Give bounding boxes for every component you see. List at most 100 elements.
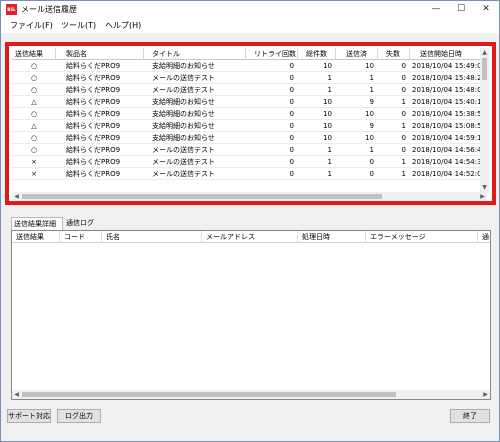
history-row[interactable]: ○ 給料らくだPRO9 支給明細のお知らせ 0 10 10 0 2018/10/04 14:5… xyxy=(12,133,487,144)
history-row[interactable]: △ 給料らくだPRO9 支給明細のお知らせ 0 10 9 1 2018/10/04 15:08… xyxy=(12,121,487,132)
col-header-failed[interactable]: 失数 xyxy=(378,48,410,60)
scroll-down-arrow-icon[interactable]: ▼ xyxy=(480,183,489,192)
cell-product: 給料らくだPRO9 xyxy=(66,134,121,142)
detail-col-truncated[interactable]: 通 xyxy=(478,231,490,243)
detail-col-email[interactable]: メールアドレス xyxy=(202,231,298,243)
cell-failed: 0 xyxy=(401,86,406,94)
cell-total: 10 xyxy=(323,110,332,118)
history-horizontal-scroll-thumb[interactable] xyxy=(22,194,382,199)
maximize-button[interactable]: ☐ xyxy=(450,1,472,18)
col-header-sent[interactable]: 送信済 xyxy=(336,48,378,60)
detail-scroll-left-arrow-icon[interactable]: ◀ xyxy=(12,390,21,399)
history-grid[interactable]: 送信結果 製品名 タイトル リトライ回数 総件数 送信済 失数 送信開始日時 ○… xyxy=(12,48,487,192)
detail-horizontal-scrollbar[interactable]: ◀ ▶ xyxy=(12,390,490,399)
detail-col-error-message[interactable]: エラーメッセージ xyxy=(366,231,478,243)
cell-title: メールの送信テスト xyxy=(152,170,215,178)
cell-start: 2018/10/04 15:49:04 xyxy=(412,62,487,70)
cell-retry: 0 xyxy=(289,170,294,178)
cell-total: 10 xyxy=(323,98,332,106)
history-row[interactable]: ○ 給料らくだPRO9 メールの送信テスト 0 1 1 0 2018/10/04 15:48:… xyxy=(12,85,487,96)
close-window-button[interactable]: ✕ xyxy=(475,1,497,18)
detail-scroll-right-arrow-icon[interactable]: ▶ xyxy=(481,390,490,399)
cell-product: 給料らくだPRO9 xyxy=(66,170,121,178)
history-row[interactable]: ○ 給料らくだPRO9 メールの送信テスト 0 1 1 0 2018/10/04 15:48:… xyxy=(12,73,487,84)
cell-total: 1 xyxy=(327,86,332,94)
history-vertical-scrollbar[interactable]: ▲ ▼ xyxy=(480,48,489,192)
cell-result: ○ xyxy=(30,110,38,118)
cell-sent: 10 xyxy=(365,134,374,142)
cell-start: 2018/10/04 14:52:04 xyxy=(412,170,487,178)
cell-title: メールの送信テスト xyxy=(152,86,215,94)
cell-retry: 0 xyxy=(289,158,294,166)
menu-file[interactable]: ファイル(F) xyxy=(10,20,53,31)
history-horizontal-scrollbar[interactable]: ◀ ▶ xyxy=(12,192,487,201)
history-row[interactable]: ○ 給料らくだPRO9 支給明細のお知らせ 0 10 10 0 2018/10/04 15:4… xyxy=(12,61,487,72)
cell-total: 1 xyxy=(327,74,332,82)
cell-title: 支給明細のお知らせ xyxy=(152,134,215,142)
minimize-button[interactable]: — xyxy=(425,1,447,18)
detail-col-name[interactable]: 氏名 xyxy=(102,231,202,243)
cell-retry: 0 xyxy=(289,122,294,130)
mail-history-window: BSL メール送信履歴 — ☐ ✕ ファイル(F) ツール(T) ヘルプ(H) … xyxy=(0,0,500,442)
tab-send-result-detail[interactable]: 送信結果詳細 xyxy=(11,217,63,230)
detail-col-processed-at[interactable]: 処理日時 xyxy=(298,231,366,243)
history-vertical-scroll-thumb[interactable] xyxy=(482,58,487,80)
support-button[interactable]: サポート対応 xyxy=(7,409,51,423)
col-header-result[interactable]: 送信結果 xyxy=(12,48,56,60)
detail-grid[interactable]: 送信結果 コード 氏名 メールアドレス 処理日時 エラーメッセージ 通 ◀ ▶ xyxy=(11,230,491,400)
cell-failed: 0 xyxy=(401,110,406,118)
cell-product: 給料らくだPRO9 xyxy=(66,62,121,70)
log-output-button[interactable]: ログ出力 xyxy=(57,409,101,423)
window-title: メール送信履歴 xyxy=(21,5,77,14)
cell-total: 1 xyxy=(327,158,332,166)
cell-failed: 0 xyxy=(401,62,406,70)
title-bar[interactable]: BSL メール送信履歴 — ☐ ✕ xyxy=(1,1,499,18)
scroll-up-arrow-icon[interactable]: ▲ xyxy=(480,48,489,57)
cell-start: 2018/10/04 15:40:14 xyxy=(412,98,487,106)
cell-failed: 1 xyxy=(401,122,406,130)
cell-sent: 10 xyxy=(365,62,374,70)
cell-title: 支給明細のお知らせ xyxy=(152,110,215,118)
cell-failed: 0 xyxy=(401,74,406,82)
cell-result: × xyxy=(31,170,37,178)
cell-result: △ xyxy=(31,98,37,106)
col-header-retry[interactable]: リトライ回数 xyxy=(246,48,298,60)
scroll-left-arrow-icon[interactable]: ◀ xyxy=(12,192,21,201)
cell-retry: 0 xyxy=(289,62,294,70)
cell-sent: 1 xyxy=(369,74,374,82)
scroll-right-arrow-icon[interactable]: ▶ xyxy=(478,192,487,201)
history-row[interactable]: × 給料らくだPRO9 メールの送信テスト 0 1 0 1 2018/10/04 14:52:… xyxy=(12,169,487,180)
cell-total: 10 xyxy=(323,62,332,70)
cell-start: 2018/10/04 15:48:04 xyxy=(412,86,487,94)
cell-title: メールの送信テスト xyxy=(152,146,215,154)
col-header-total[interactable]: 総件数 xyxy=(298,48,336,60)
menu-help[interactable]: ヘルプ(H) xyxy=(105,20,141,31)
col-header-product[interactable]: 製品名 xyxy=(56,48,144,60)
tab-communication-log[interactable]: 通信ログ xyxy=(64,217,100,230)
exit-button[interactable]: 終了 xyxy=(450,409,490,423)
cell-total: 1 xyxy=(327,170,332,178)
col-header-start[interactable]: 送信開始日時 xyxy=(410,48,487,60)
detail-col-code[interactable]: コード xyxy=(60,231,102,243)
detail-horizontal-scroll-thumb[interactable] xyxy=(22,392,396,397)
cell-retry: 0 xyxy=(289,74,294,82)
cell-product: 給料らくだPRO9 xyxy=(66,158,121,166)
cell-sent: 9 xyxy=(369,122,374,130)
cell-product: 給料らくだPRO9 xyxy=(66,74,121,82)
cell-sent: 9 xyxy=(369,98,374,106)
cell-sent: 10 xyxy=(365,110,374,118)
history-row[interactable]: × 給料らくだPRO9 メールの送信テスト 0 1 0 1 2018/10/04 14:54:… xyxy=(12,157,487,168)
cell-failed: 1 xyxy=(401,170,406,178)
detail-col-result[interactable]: 送信結果 xyxy=(12,231,60,243)
menu-tools[interactable]: ツール(T) xyxy=(61,20,96,31)
cell-total: 10 xyxy=(323,122,332,130)
history-row[interactable]: △ 給料らくだPRO9 支給明細のお知らせ 0 10 9 1 2018/10/04 15:40… xyxy=(12,97,487,108)
cell-result: × xyxy=(31,158,37,166)
cell-failed: 0 xyxy=(401,146,406,154)
col-header-title[interactable]: タイトル xyxy=(144,48,246,60)
history-row[interactable]: ○ 給料らくだPRO9 メールの送信テスト 0 1 1 0 2018/10/04 14:56:… xyxy=(12,145,487,156)
cell-title: メールの送信テスト xyxy=(152,158,215,166)
cell-start: 2018/10/04 15:48:24 xyxy=(412,74,487,82)
history-row[interactable]: ○ 給料らくだPRO9 支給明細のお知らせ 0 10 10 0 2018/10/04 15:3… xyxy=(12,109,487,120)
cell-total: 1 xyxy=(327,146,332,154)
